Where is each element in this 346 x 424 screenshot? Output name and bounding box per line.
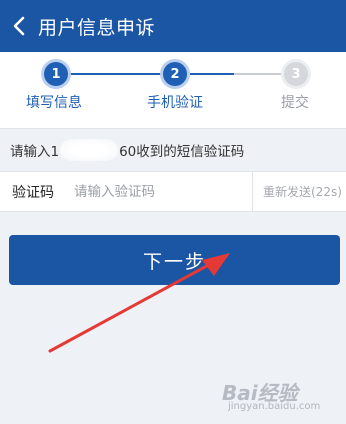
- next-step-button[interactable]: 下一步: [9, 235, 340, 285]
- step-3-label: 提交: [281, 95, 309, 111]
- resend-code-button[interactable]: 重新发送(22s): [263, 183, 342, 200]
- step-1-label: 填写信息: [26, 95, 82, 111]
- sms-hint-prefix: 请输入1: [10, 144, 60, 160]
- step-2-indicator: 2: [163, 62, 187, 86]
- field-divider: [252, 171, 253, 212]
- header-bar: 用户信息申诉: [0, 0, 346, 52]
- step-connector-2b: [234, 73, 284, 75]
- verification-code-row: 验证码 重新发送(22s): [0, 171, 346, 212]
- step-1-indicator: 1: [44, 62, 68, 86]
- step-2-label: 手机验证: [147, 95, 203, 111]
- chevron-left-icon: [13, 16, 25, 36]
- page-title: 用户信息申诉: [38, 16, 156, 39]
- sms-hint: 请输入1 60收到的短信验证码: [0, 129, 346, 171]
- step-3-indicator: 3: [284, 62, 308, 86]
- redacted-phone-number: [60, 139, 119, 161]
- verification-code-input[interactable]: [74, 183, 244, 200]
- step-connector-1: [66, 73, 166, 75]
- code-label: 验证码: [12, 184, 54, 201]
- watermark-url: jingyan.baidu.com: [228, 401, 321, 412]
- step-connector-2a: [190, 73, 234, 75]
- sms-hint-suffix: 60收到的短信验证码: [119, 144, 245, 160]
- progress-steps: 1 2 3 填写信息 手机验证 提交: [0, 52, 346, 129]
- back-button[interactable]: [2, 0, 36, 52]
